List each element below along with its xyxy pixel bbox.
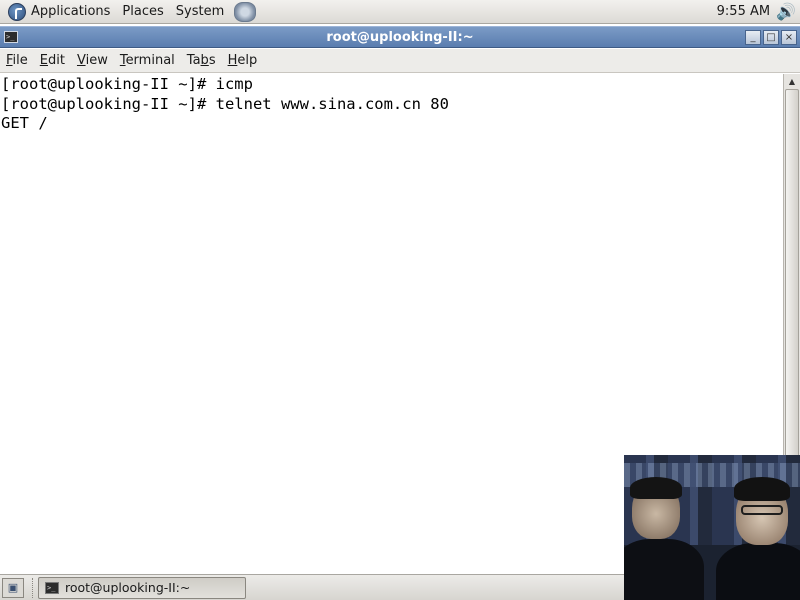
terminal-icon: >_ — [45, 581, 59, 594]
applications-menu[interactable]: Applications — [0, 0, 116, 24]
taskbar-separator — [32, 577, 34, 598]
menu-tabs[interactable]: Tabs — [181, 53, 222, 68]
menu-edit-label: dit — [48, 53, 65, 68]
menu-tabs-pre: Ta — [186, 53, 201, 68]
menu-edit-accel: E — [39, 53, 48, 68]
clock[interactable]: 9:55 AM — [717, 4, 770, 19]
menu-tabs-label: s — [208, 53, 216, 68]
window-menu-icon[interactable]: >_ — [4, 31, 18, 43]
presenter-right-body — [716, 543, 800, 600]
fedora-logo-icon — [8, 2, 26, 21]
menu-terminal-label: erminal — [125, 53, 175, 68]
presenter-right-hair — [734, 477, 790, 501]
places-menu[interactable]: Places — [116, 0, 169, 24]
places-menu-label: Places — [122, 4, 164, 19]
terminal-line: GET / — [1, 114, 48, 132]
menu-view-label: iew — [85, 53, 108, 68]
presenter-left-body — [624, 539, 704, 600]
window-titlebar[interactable]: >_ root@uplooking-II:~ _ □ × — [0, 26, 800, 48]
minimize-button[interactable]: _ — [745, 29, 761, 45]
menu-file[interactable]: File — [0, 53, 34, 68]
presenter-right-glasses — [741, 505, 783, 515]
web-browser-icon[interactable] — [234, 1, 257, 22]
top-panel: Applications Places System 9:55 AM 🔊 — [0, 0, 800, 24]
close-button[interactable]: × — [781, 29, 797, 45]
applications-menu-label: Applications — [31, 4, 111, 19]
system-menu-label: System — [175, 4, 225, 19]
menu-bar: File Edit View Terminal Tabs Help — [0, 49, 800, 73]
scroll-up-arrow-icon[interactable]: ▲ — [785, 74, 799, 89]
menu-view[interactable]: View — [71, 53, 114, 68]
system-menu[interactable]: System — [170, 0, 230, 24]
menu-help-label: elp — [237, 53, 258, 68]
terminal-line: [root@uplooking-II ~]# icmp — [1, 75, 253, 93]
menu-terminal[interactable]: Terminal — [114, 53, 181, 68]
menu-file-label: ile — [12, 53, 28, 68]
taskbar-window-button[interactable]: >_ root@uplooking-II:~ — [38, 576, 246, 599]
menu-edit[interactable]: Edit — [34, 53, 71, 68]
window-controls: _ □ × — [745, 29, 800, 45]
terminal-line: [root@uplooking-II ~]# telnet www.sina.c… — [1, 94, 449, 113]
show-desktop-icon[interactable]: ▣ — [2, 577, 24, 598]
presenter-left-hair — [630, 477, 682, 499]
webcam-video-overlay — [624, 455, 800, 600]
menu-tabs-accel: b — [200, 53, 209, 68]
window-title: root@uplooking-II:~ — [326, 29, 474, 45]
menu-help-accel: H — [227, 53, 238, 68]
maximize-button[interactable]: □ — [763, 29, 779, 45]
menu-help[interactable]: Help — [222, 53, 264, 68]
menu-view-accel: V — [76, 53, 86, 68]
taskbar-window-label: root@uplooking-II:~ — [65, 580, 191, 595]
panel-tray: 9:55 AM 🔊 — [717, 2, 800, 21]
volume-icon[interactable]: 🔊 — [776, 2, 796, 21]
